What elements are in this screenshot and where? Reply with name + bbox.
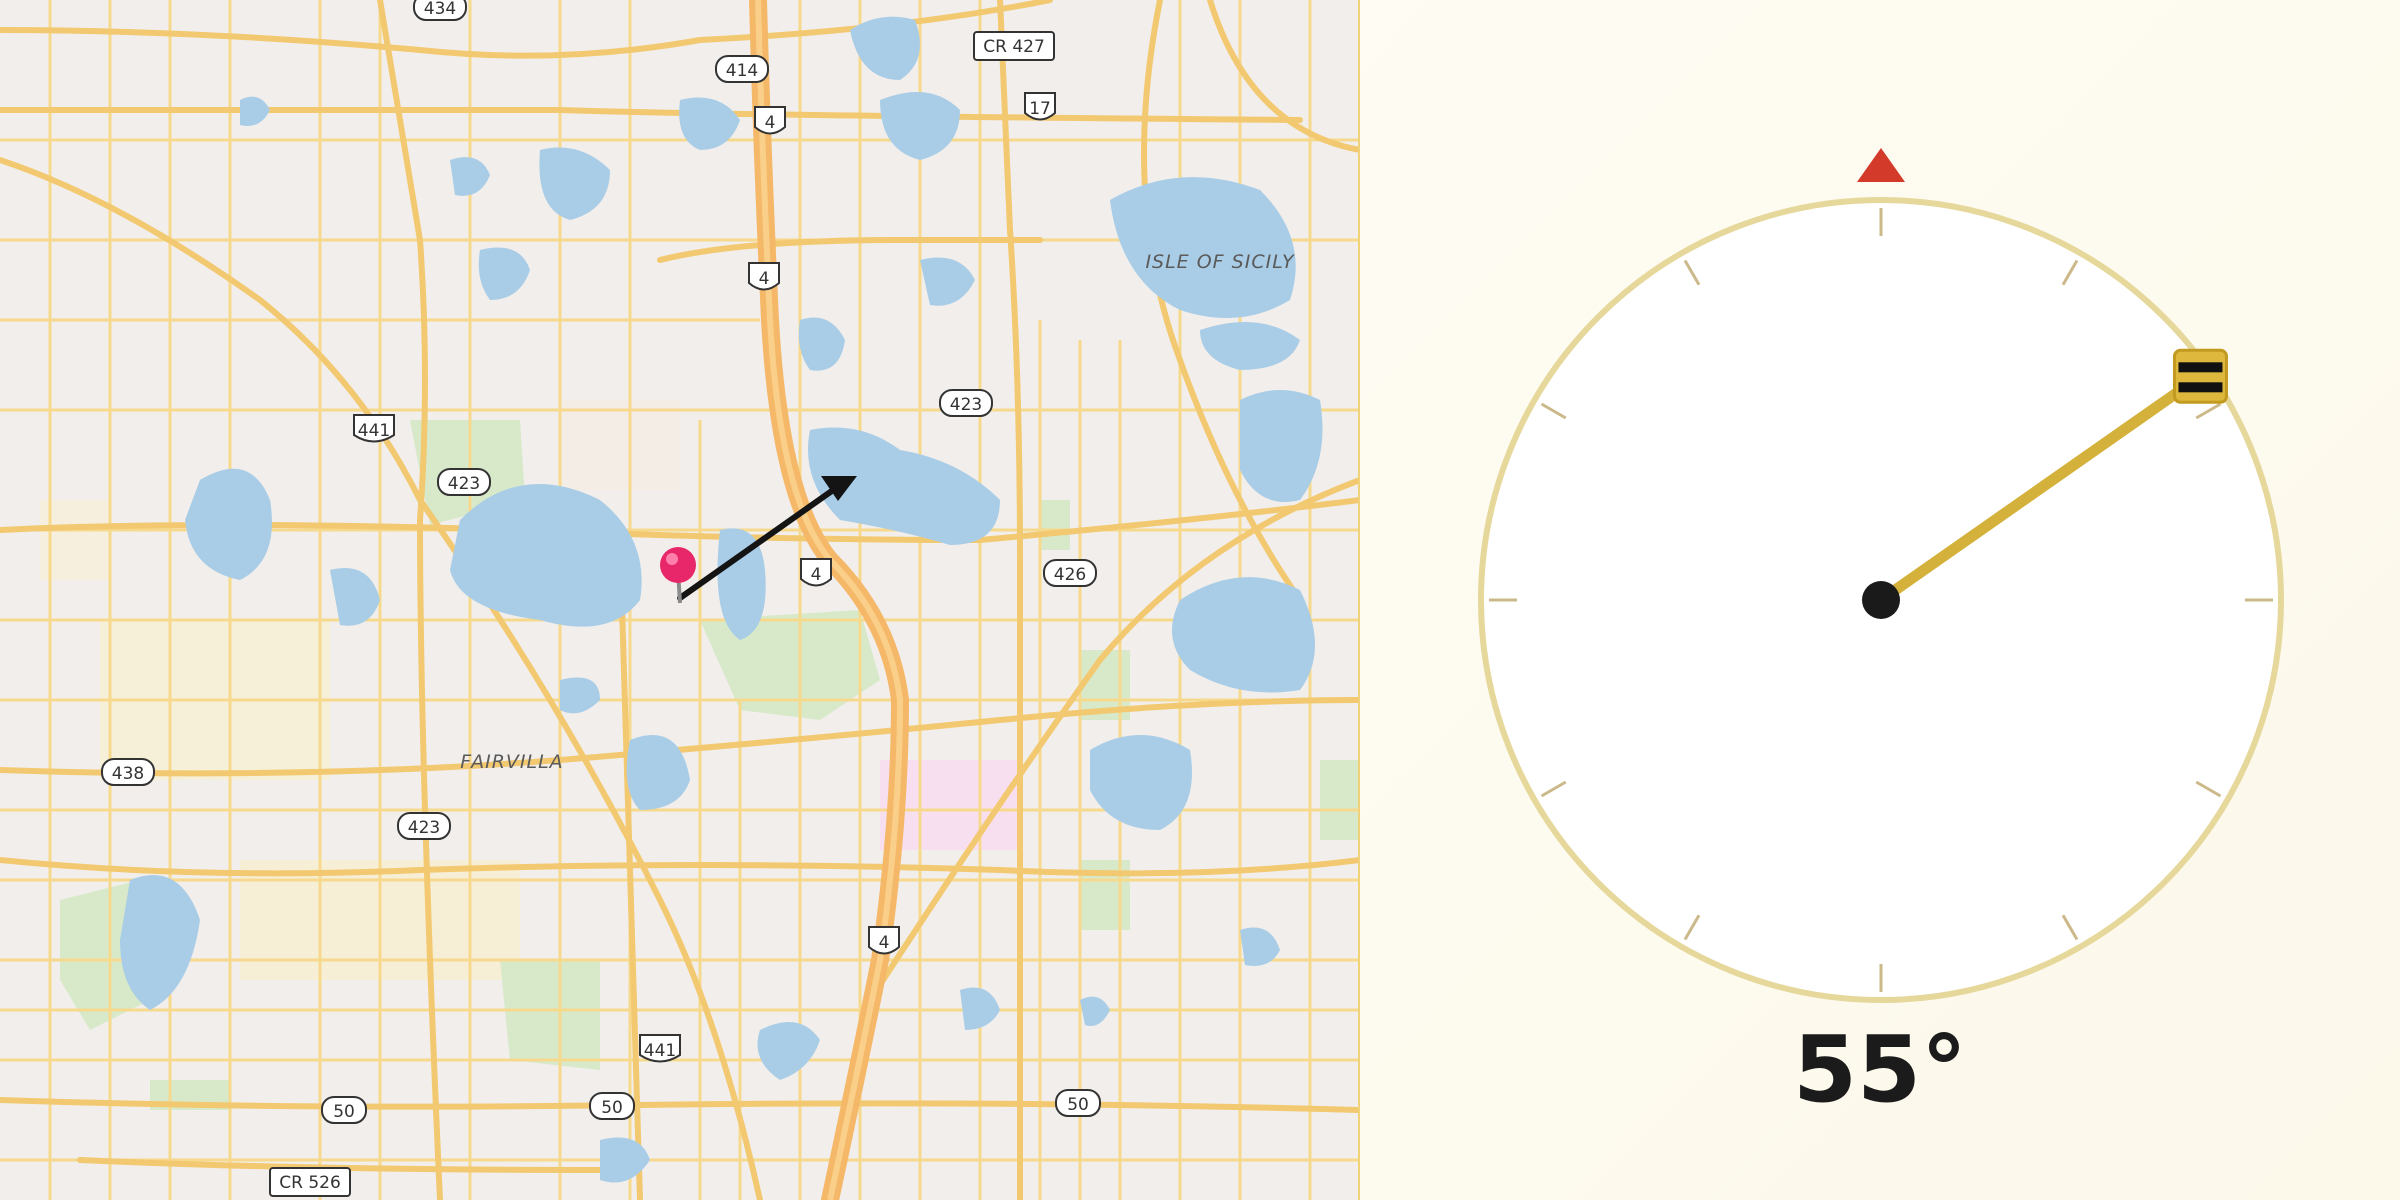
shield-434: 434 [413,0,467,21]
shield-i4-b: 4 [748,262,780,291]
svg-text:17: 17 [1029,99,1051,119]
shield-i4-d: 4 [868,926,900,955]
lakes [120,16,1323,1183]
shield-423-b: 423 [939,389,993,417]
shield-50-b: 50 [589,1092,635,1120]
shield-cr427: CR 427 [973,31,1055,61]
shield-us441-b: 441 [639,1034,681,1063]
map-panel[interactable]: 434 414 CR 427 17 4 4 4 4 441 423 423 42… [0,0,1360,1200]
shield-50-c: 50 [1055,1089,1101,1117]
svg-text:423: 423 [408,818,440,838]
shield-423-a: 423 [437,468,491,496]
heading-readout: 55° [1792,1016,1968,1123]
shield-426: 426 [1043,559,1097,587]
svg-text:441: 441 [358,421,390,441]
shield-i4-a: 4 [754,106,786,135]
svg-text:50: 50 [1067,1095,1089,1115]
svg-text:50: 50 [333,1102,355,1122]
street-map[interactable]: 434 414 CR 427 17 4 4 4 4 441 423 423 42… [0,0,1360,1200]
shield-438: 438 [101,758,155,786]
svg-text:4: 4 [765,113,776,133]
shield-cr526: CR 526 [269,1167,351,1197]
needle-drag-handle-icon[interactable] [2172,348,2228,404]
svg-text:CR 427: CR 427 [983,37,1045,57]
shield-i4-c: 4 [800,558,832,587]
svg-text:423: 423 [950,395,982,415]
shield-423-c: 423 [397,812,451,840]
place-label-fairvilla: FAIRVILLA [460,751,563,773]
svg-text:441: 441 [644,1041,676,1061]
app-root: 434 414 CR 427 17 4 4 4 4 441 423 423 42… [0,0,2400,1200]
shield-us17: 17 [1024,92,1056,121]
svg-text:4: 4 [759,269,770,289]
map-pin-icon[interactable] [660,547,696,604]
north-marker-icon [1857,148,1905,182]
shield-414: 414 [715,55,769,83]
compass-panel: 55° [1360,0,2400,1200]
needle-pivot [1862,581,1900,619]
svg-text:4: 4 [811,565,822,585]
svg-text:50: 50 [601,1098,623,1118]
interstate-4 [749,0,910,1200]
svg-text:CR 526: CR 526 [279,1173,341,1193]
svg-text:414: 414 [726,61,758,81]
svg-text:438: 438 [112,764,144,784]
svg-text:423: 423 [448,474,480,494]
place-label-isle-of-sicily: ISLE OF SICILY [1145,251,1295,273]
svg-text:434: 434 [424,0,456,19]
svg-text:4: 4 [879,933,890,953]
shield-50-a: 50 [321,1096,367,1124]
svg-text:426: 426 [1054,565,1086,585]
shield-us441-a: 441 [353,414,395,443]
